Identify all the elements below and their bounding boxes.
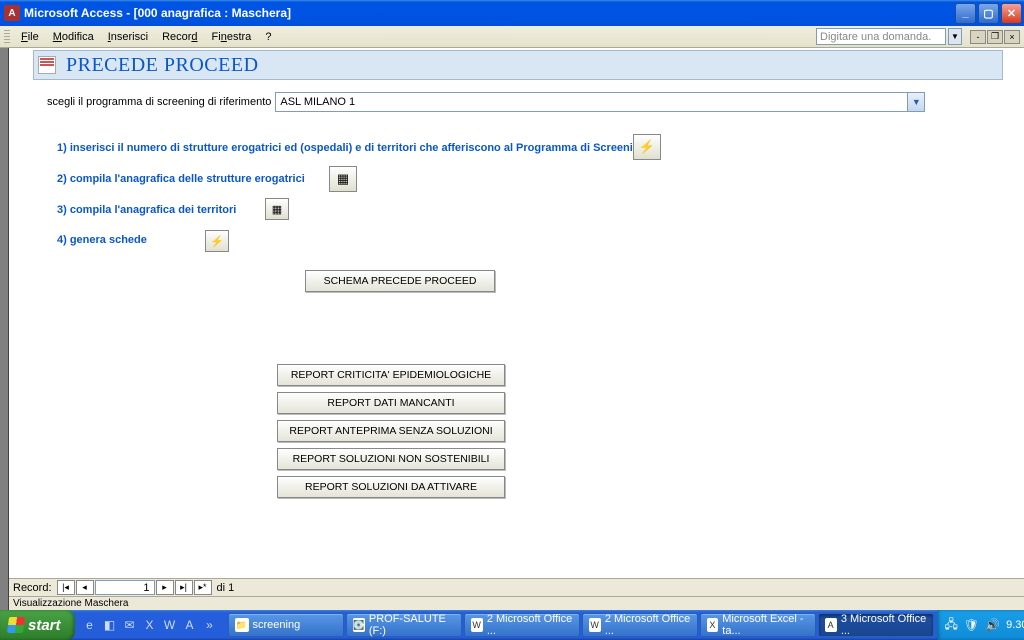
menu-record[interactable]: Record [156,29,203,45]
toolbar-grip[interactable] [4,30,10,44]
quicklaunch-excel-icon[interactable]: X [141,615,159,635]
workspace: PRECEDE PROCEED scegli il programma di s… [0,48,1024,610]
windows-logo-icon [7,617,25,633]
program-combo-input[interactable] [275,92,907,112]
task-app-icon: 💽 [353,618,365,632]
ask-question-box[interactable]: Digitare una domanda. [816,28,946,45]
status-bar: Visualizzazione Maschera [9,596,1024,610]
scegli-label: scegli il programma di screening di rife… [47,96,271,108]
task-app-icon: 📁 [235,618,249,632]
tray-clock[interactable]: 9.30 [1006,619,1024,631]
quick-launch: e ◧ ✉ X W A » [75,615,225,635]
taskbar-task-button[interactable]: A 3 Microsoft Office ... [818,613,934,637]
taskbar-task-button[interactable]: 📁 screening [228,613,344,637]
form-grid-icon: ▦ [272,203,282,216]
system-tray: 🖧 🛡 🔊 9.30 [937,610,1024,640]
menu-bar: FFileile Modifica Inserisci Record Fines… [0,26,1024,48]
lightning-icon: ⚡ [639,139,655,155]
program-combo-dropdown-button[interactable]: ▼ [907,92,925,112]
form-grid-icon: ▦ [337,171,349,187]
step4-generate-button[interactable]: ⚡ [205,230,229,252]
window-title: Microsoft Access - [000 anagrafica : Mas… [24,6,291,20]
menu-file[interactable]: FFileile [15,29,45,45]
report-soluzioni-da-attivare-button[interactable]: REPORT SOLUZIONI DA ATTIVARE [277,476,505,498]
task-label: 2 Microsoft Office ... [605,613,691,637]
quicklaunch-ie-icon[interactable]: e [81,615,99,635]
window-close-button[interactable]: ✕ [1001,3,1022,24]
record-last-button[interactable]: ▸| [175,580,193,595]
tray-network-icon[interactable]: 🖧 [945,615,958,636]
step1-label: 1) inserisci il numero di strutture erog… [57,142,646,154]
menu-modifica[interactable]: Modifica [47,29,100,45]
taskbar-task-button[interactable]: W 2 Microsoft Office ... [464,613,580,637]
start-button[interactable]: start [0,610,75,640]
task-app-icon: A [825,618,837,632]
step1-open-button[interactable]: ⚡ [633,134,661,160]
quicklaunch-chevron-icon[interactable]: » [201,615,219,635]
window-maximize-button[interactable]: ▢ [978,3,999,24]
task-label: 2 Microsoft Office ... [487,613,573,637]
report-dati-mancanti-button[interactable]: REPORT DATI MANCANTI [277,392,505,414]
quicklaunch-access-icon[interactable]: A [181,615,199,635]
lightning-icon: ⚡ [210,235,224,248]
tray-volume-icon[interactable]: 🔊 [985,618,1000,632]
menu-inserisci[interactable]: Inserisci [102,29,154,45]
task-app-icon: X [707,618,719,632]
task-label: 3 Microsoft Office ... [841,613,927,637]
record-total: di 1 [217,582,235,594]
form-header-icon [38,56,56,74]
step4-label: 4) genera schede [57,234,147,246]
quicklaunch-word-icon[interactable]: W [161,615,179,635]
task-app-icon: W [589,618,601,632]
taskbar-task-button[interactable]: 💽 PROF-SALUTE (F:) [346,613,462,637]
record-number-input[interactable] [95,580,155,595]
form-title: PRECEDE PROCEED [66,54,259,77]
mdi-restore-button[interactable]: ❐ [987,30,1003,44]
record-first-button[interactable]: |◂ [57,580,75,595]
record-prev-button[interactable]: ◂ [76,580,94,595]
ask-question-dropdown[interactable]: ▼ [948,28,962,45]
task-label: screening [253,619,301,631]
menu-help[interactable]: ? [259,29,277,45]
access-app-icon: A [4,5,20,21]
record-next-button[interactable]: ▸ [156,580,174,595]
taskbar-task-button[interactable]: XMicrosoft Excel - ta... [700,613,816,637]
task-app-icon: W [471,618,483,632]
schema-button[interactable]: SCHEMA PRECEDE PROCEED [305,270,495,292]
window-titlebar: A Microsoft Access - [000 anagrafica : M… [0,0,1024,26]
step3-label: 3) compila l'anagrafica dei territori [57,204,236,216]
quicklaunch-desktop-icon[interactable]: ◧ [101,615,119,635]
report-anteprima-button[interactable]: REPORT ANTEPRIMA SENZA SOLUZIONI [277,420,505,442]
step3-open-button[interactable]: ▦ [265,198,289,220]
step2-label: 2) compila l'anagrafica delle strutture … [57,173,305,185]
form-header: PRECEDE PROCEED [33,50,1003,80]
mdi-minimize-button[interactable]: - [970,30,986,44]
tray-shield-icon[interactable]: 🛡 [964,618,979,632]
form-area: PRECEDE PROCEED scegli il programma di s… [9,48,1024,610]
step2-open-button[interactable]: ▦ [329,166,357,192]
task-label: PROF-SALUTE (F:) [369,613,455,637]
record-navigator: Record: |◂ ◂ ▸ ▸| ▸* di 1 [9,578,1024,596]
mdi-close-button[interactable]: × [1004,30,1020,44]
program-combo[interactable]: ▼ [275,92,925,112]
record-selector-strip[interactable] [0,48,9,610]
status-text: Visualizzazione Maschera [13,598,128,609]
window-minimize-button[interactable]: _ [955,3,976,24]
start-label: start [28,617,61,634]
record-new-button[interactable]: ▸* [194,580,212,595]
taskbar-tasks: 📁 screening 💽 PROF-SALUTE (F:) W 2 Microsoft … [225,613,937,637]
record-label: Record: [13,582,52,594]
report-criticita-button[interactable]: REPORT CRITICITA' EPIDEMIOLOGICHE [277,364,505,386]
report-soluzioni-non-sostenibili-button[interactable]: REPORT SOLUZIONI NON SOSTENIBILI [277,448,505,470]
windows-taskbar: start e ◧ ✉ X W A » 📁 screening 💽 PROF-SALU… [0,610,1024,640]
menu-finestra[interactable]: Finestra [206,29,258,45]
quicklaunch-outlook-icon[interactable]: ✉ [121,615,139,635]
taskbar-task-button[interactable]: W 2 Microsoft Office ... [582,613,698,637]
task-label: Microsoft Excel - ta... [722,613,808,637]
